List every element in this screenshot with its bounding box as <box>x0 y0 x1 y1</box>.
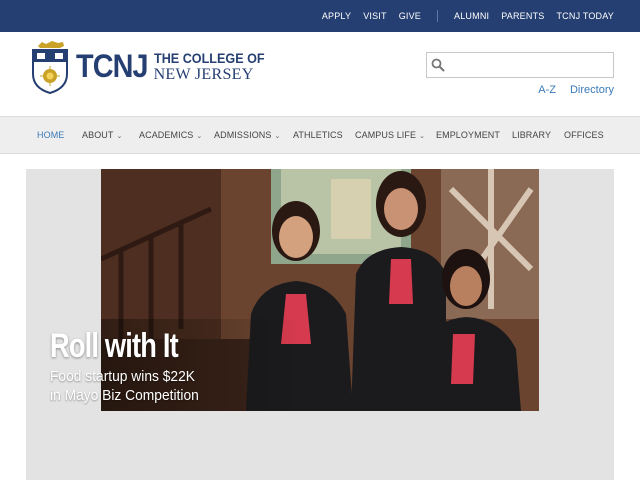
nav-home[interactable]: HOME <box>37 117 64 153</box>
nav-offices-label: OFFICES <box>564 130 604 140</box>
nav-campus-life[interactable]: CAMPUS LIFE ⌄ <box>355 117 425 153</box>
utility-link-parents[interactable]: PARENTS <box>501 11 544 21</box>
search-box[interactable] <box>426 52 614 78</box>
logo-line-1: THE COLLEGE OF <box>153 49 265 66</box>
nav-athletics[interactable]: ATHLETICS <box>293 117 343 153</box>
hero-subheadline: Food startup wins $22K in Mayo Biz Compe… <box>50 367 199 405</box>
logo-line-2: NEW JERSEY <box>153 65 254 83</box>
search-icon[interactable] <box>431 58 445 72</box>
search-input[interactable] <box>449 55 609 75</box>
logo-full-name: THE COLLEGE OF NEW JERSEY <box>154 50 277 83</box>
site-header: TCNJ THE COLLEGE OF NEW JERSEY A-Z Direc… <box>0 32 640 116</box>
nav-admissions[interactable]: ADMISSIONS ⌄ <box>214 117 280 153</box>
hero-headline[interactable]: Roll with It <box>50 327 179 366</box>
logo-abbreviation: TCNJ <box>76 47 149 84</box>
nav-home-label: HOME <box>37 130 65 140</box>
nav-campus-life-label: CAMPUS LIFE <box>355 130 417 140</box>
nav-employment[interactable]: EMPLOYMENT <box>436 117 500 153</box>
nav-athletics-label: ATHLETICS <box>293 130 343 140</box>
utility-link-tcnj-today[interactable]: TCNJ TODAY <box>556 11 614 21</box>
utility-link-give[interactable]: GIVE <box>399 11 421 21</box>
hero-subheadline-line-1: Food startup wins $22K <box>50 368 195 385</box>
header-quick-links: A-Z Directory <box>524 84 614 96</box>
utility-link-visit[interactable]: VISIT <box>363 11 387 21</box>
chevron-down-icon: ⌄ <box>116 133 123 140</box>
utility-links: APPLY VISIT GIVE ALUMNI PARENTS TCNJ TOD… <box>310 0 614 32</box>
nav-academics[interactable]: ACADEMICS ⌄ <box>139 117 202 153</box>
utility-link-alumni[interactable]: ALUMNI <box>454 11 489 21</box>
utility-link-apply[interactable]: APPLY <box>322 11 351 21</box>
nav-employment-label: EMPLOYMENT <box>436 130 501 140</box>
az-index-link[interactable]: A-Z <box>538 84 556 96</box>
nav-library[interactable]: LIBRARY <box>512 117 551 153</box>
chevron-down-icon: ⌄ <box>274 133 281 140</box>
utility-bar: APPLY VISIT GIVE ALUMNI PARENTS TCNJ TOD… <box>0 0 640 32</box>
college-seal-icon <box>32 41 68 94</box>
nav-admissions-label: ADMISSIONS <box>214 130 272 140</box>
nav-academics-label: ACADEMICS <box>139 130 194 140</box>
college-logo[interactable]: TCNJ THE COLLEGE OF NEW JERSEY <box>30 38 276 94</box>
main-navigation: HOME ABOUT ⌄ ACADEMICS ⌄ ADMISSIONS ⌄ ATHLE… <box>0 116 640 154</box>
directory-link[interactable]: Directory <box>570 84 614 96</box>
utility-divider <box>437 10 439 22</box>
hero-banner[interactable]: Roll with It Food startup wins $22K in M… <box>26 169 614 480</box>
chevron-down-icon: ⌄ <box>419 133 426 140</box>
nav-about[interactable]: ABOUT ⌄ <box>82 117 122 153</box>
hero-subheadline-line-2: in Mayo Biz Competition <box>50 387 199 404</box>
chevron-down-icon: ⌄ <box>196 133 203 140</box>
nav-about-label: ABOUT <box>82 130 114 140</box>
nav-offices[interactable]: OFFICES <box>564 117 604 153</box>
logo-wordmark: TCNJ THE COLLEGE OF NEW JERSEY <box>76 48 276 85</box>
nav-library-label: LIBRARY <box>512 130 552 140</box>
